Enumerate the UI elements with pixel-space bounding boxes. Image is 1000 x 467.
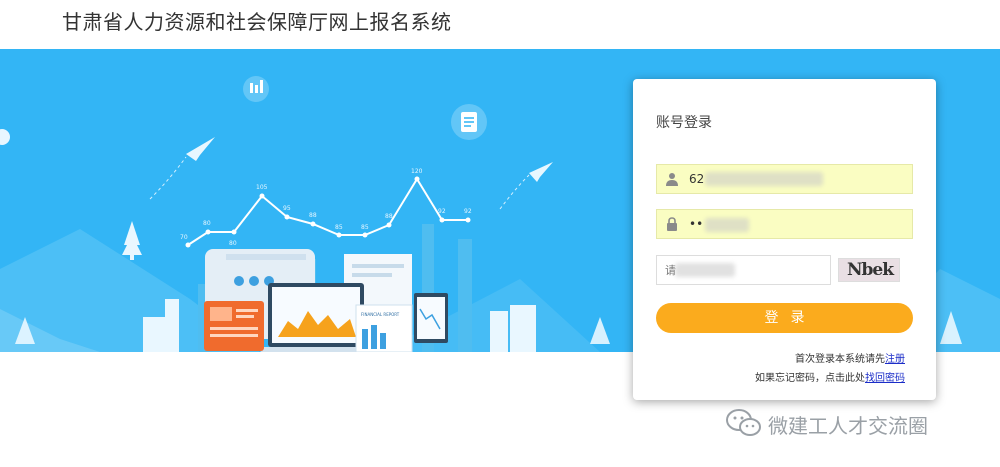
chart-value-label: 120 xyxy=(411,168,423,175)
chart-value-label: 88 xyxy=(385,213,393,220)
laptop-illustration xyxy=(260,283,372,352)
chart-value-label: 80 xyxy=(229,240,237,247)
chart-value-label: 80 xyxy=(203,220,211,227)
password-field[interactable] xyxy=(656,209,913,239)
watermark-text: 微建工人才交流圈 xyxy=(768,414,928,438)
page-title: 甘肃省人力资源和社会保障厅网上报名系统 xyxy=(62,10,452,34)
register-link[interactable]: 注册 xyxy=(885,354,905,365)
redacted-password xyxy=(705,218,749,232)
captcha-image[interactable]: Nbek xyxy=(838,258,900,282)
forgot-password-link[interactable]: 找回密码 xyxy=(865,373,905,384)
chart-value-label: 88 xyxy=(309,212,317,219)
svg-text:FINANCIAL REPORT: FINANCIAL REPORT xyxy=(361,312,400,317)
register-hint: 首次登录本系统请先注册 xyxy=(795,350,905,365)
username-field[interactable] xyxy=(656,164,913,194)
redacted-username xyxy=(705,172,823,186)
lock-icon xyxy=(667,217,677,231)
register-hint-text: 首次登录本系统请先 xyxy=(795,354,885,365)
login-title: 账号登录 xyxy=(656,115,712,131)
chart-value-label: 85 xyxy=(335,224,343,231)
login-panel: 账号登录 Nbek 登录 首次登录本系统请先注册 如果忘记密码，点击此处找回密码 xyxy=(633,79,936,400)
forgot-hint-text: 如果忘记密码，点击此处 xyxy=(755,373,865,384)
login-button[interactable]: 登录 xyxy=(656,303,913,333)
chart-value-label: 70 xyxy=(180,234,188,241)
paper-plane-icon xyxy=(186,137,215,161)
captcha-text: Nbek xyxy=(847,260,894,280)
user-icon xyxy=(666,173,678,186)
chart-value-label: 95 xyxy=(283,205,291,212)
chart-value-label: 92 xyxy=(464,208,472,215)
paper-plane-icon xyxy=(529,162,553,182)
wechat-icon xyxy=(726,409,761,436)
chart-value-label: 105 xyxy=(256,184,268,191)
header: 甘肃省人力资源和社会保障厅网上报名系统 xyxy=(0,0,1000,49)
chart-value-label: 92 xyxy=(438,208,446,215)
financial-report-illustration: FINANCIAL REPORT xyxy=(355,304,413,352)
redacted-captcha-placeholder xyxy=(675,263,735,277)
forgot-hint: 如果忘记密码，点击此处找回密码 xyxy=(755,369,905,384)
captcha-field[interactable] xyxy=(656,255,831,285)
chart-value-label: 85 xyxy=(361,224,369,231)
decor-dot xyxy=(0,129,10,145)
